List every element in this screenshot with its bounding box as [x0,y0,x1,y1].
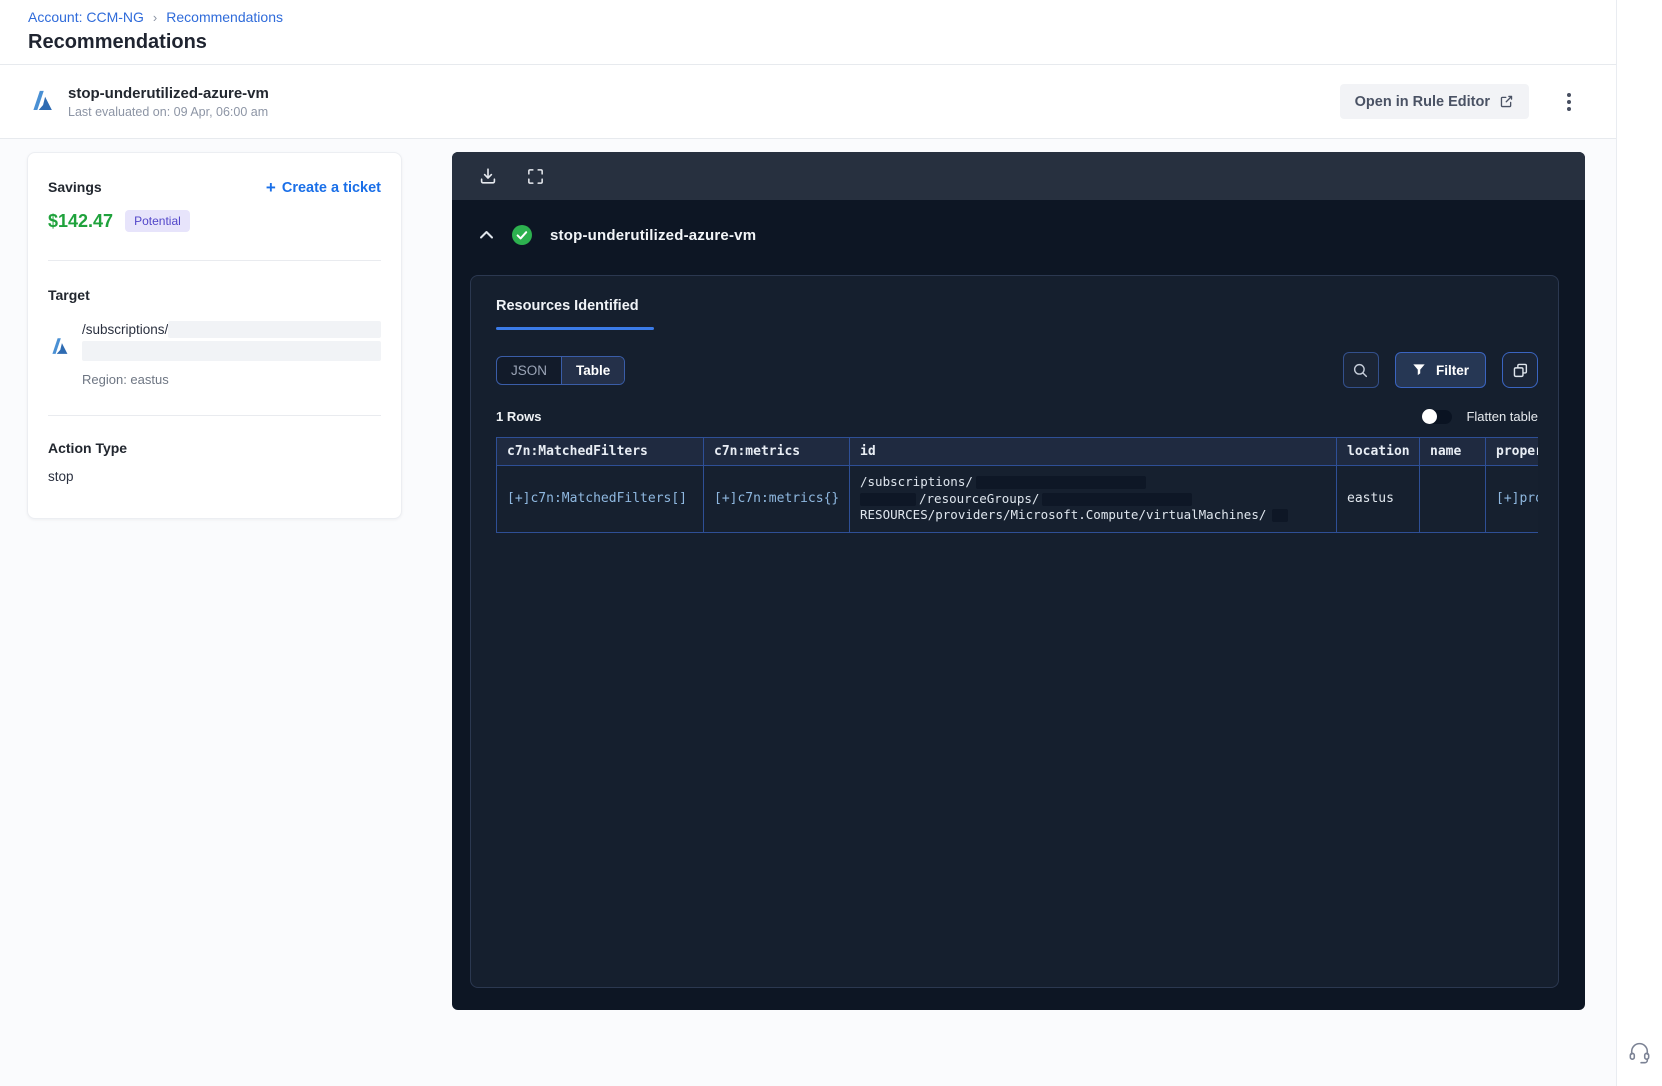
column-header-matchedfilters: c7n:MatchedFilters [496,437,704,466]
open-in-rule-editor-button[interactable]: Open in Rule Editor [1339,84,1529,119]
download-icon[interactable] [478,166,498,186]
external-link-icon [1500,95,1513,108]
table-header-row: c7n:MatchedFilters c7n:metrics id locati… [496,437,1538,466]
rule-header: stop-underutilized-azure-vm Last evaluat… [0,65,1616,138]
savings-amount: $142.47 [48,210,114,231]
cell-metrics-expander[interactable]: [+]c7n:metrics{} [703,465,850,533]
redacted-value [860,492,916,506]
azure-target-icon [52,338,68,354]
redacted-value [1042,492,1193,506]
action-type-label: Action Type [48,440,128,456]
results-panel: stop-underutilized-azure-vm Resources Id… [452,152,1585,1010]
create-ticket-label: Create a ticket [281,179,381,196]
fullscreen-icon[interactable] [526,167,545,186]
filter-funnel-icon [1413,364,1425,376]
view-toggle: JSON Table [496,355,626,385]
kebab-menu-icon[interactable] [1562,88,1576,116]
redacted-value [1272,509,1289,522]
target-region: Region: eastus [82,372,169,387]
open-in-rule-editor-label: Open in Rule Editor [1354,93,1490,110]
collapse-chevron-icon[interactable] [479,230,494,240]
search-icon [1354,363,1368,377]
column-header-name: name [1419,437,1486,466]
create-ticket-button[interactable]: + Create a ticket [266,179,381,196]
resources-card: Resources Identified JSON Table Filter 1… [470,275,1559,988]
view-toggle-json[interactable]: JSON [497,356,563,384]
rows-count: 1 Rows [496,409,542,424]
panel-toolbar [452,152,1585,200]
resources-table: c7n:MatchedFilters c7n:metrics id locati… [496,437,1538,533]
rows-row: 1 Rows Flatten table [491,409,1538,424]
search-button[interactable] [1342,352,1379,388]
panel-rule-title: stop-underutilized-azure-vm [550,226,757,244]
redacted-value [168,321,381,338]
rule-title-block: stop-underutilized-azure-vm Last evaluat… [68,85,269,119]
breadcrumb: Account: CCM-NG › Recommendations [28,9,1588,25]
page-title: Recommendations [28,31,207,53]
breadcrumb-recommendations-link[interactable]: Recommendations [166,9,283,25]
card-divider [48,415,381,416]
target-path: /subscriptions/ [82,322,169,337]
target-label: Target [48,287,90,303]
cell-id: /subscriptions/ /resourceGroups/ RESOURC… [849,465,1337,533]
column-header-location: location [1336,437,1420,466]
copy-icon [1513,363,1527,377]
cell-matchedfilters-expander[interactable]: [+]c7n:MatchedFilters[] [496,465,704,533]
breadcrumb-separator-icon: › [152,9,158,25]
column-header-metrics: c7n:metrics [703,437,850,466]
plus-icon: + [265,178,276,197]
rule-name: stop-underutilized-azure-vm [68,84,269,102]
potential-badge: Potential [125,210,190,232]
support-headset-icon[interactable] [1627,1040,1652,1070]
redacted-value [82,341,381,361]
table-row: [+]c7n:MatchedFilters[] [+]c7n:metrics{}… [496,465,1538,533]
savings-label: Savings [48,179,102,195]
savings-card: Savings + Create a ticket $142.47 Potent… [27,152,402,519]
tab-resources-identified[interactable]: Resources Identified [496,298,654,330]
card-divider [48,260,381,261]
flatten-table-toggle[interactable] [1422,409,1453,424]
main-column: Account: CCM-NG › Recommendations Recomm… [0,0,1617,1086]
table-scroll-area: c7n:MatchedFilters c7n:metrics id locati… [496,437,1538,533]
filter-label: Filter [1435,362,1469,378]
tab-active-underline [496,327,654,330]
azure-icon [33,90,52,110]
tab-label: Resources Identified [496,298,639,314]
breadcrumb-account-link[interactable]: Account: CCM-NG [28,9,144,25]
filter-button[interactable]: Filter [1394,352,1486,388]
success-check-icon [512,225,532,245]
topbar: Account: CCM-NG › Recommendations Recomm… [0,0,1616,64]
column-header-id: id [849,437,1337,466]
right-rail [1617,0,1662,1086]
cell-location: eastus [1336,465,1420,533]
controls-row: JSON Table Filter [491,352,1538,388]
cell-properties-expander[interactable]: [+]prop [1485,465,1538,533]
action-type-value: stop [48,469,74,484]
column-header-properties: propert [1485,437,1538,466]
redacted-value [975,476,1146,489]
copy-button[interactable] [1502,352,1538,388]
panel-body: stop-underutilized-azure-vm Resources Id… [452,200,1585,1010]
last-evaluated-text: Last evaluated on: 09 Apr, 06:00 am [68,104,269,119]
flatten-table-label: Flatten table [1466,409,1538,424]
view-toggle-table[interactable]: Table [562,356,625,384]
cell-name [1419,465,1486,533]
content-area: Savings + Create a ticket $142.47 Potent… [0,139,1616,1086]
